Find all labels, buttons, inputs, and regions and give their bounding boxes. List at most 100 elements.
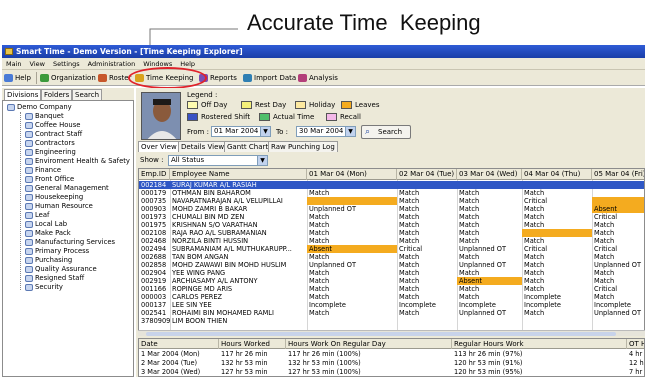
table-cell[interactable]: Unplanned OT bbox=[457, 309, 522, 317]
menu-settings[interactable]: Settings bbox=[49, 58, 84, 70]
table-cell[interactable]: Match bbox=[457, 205, 522, 213]
summary-cell[interactable]: 3 Mar 2004 (Wed) bbox=[139, 368, 219, 376]
table-cell[interactable]: Unplanned OT bbox=[307, 261, 397, 269]
table-cell[interactable]: 002688 bbox=[139, 253, 170, 261]
column-header[interactable]: 04 Mar 04 (Thu) bbox=[522, 169, 592, 180]
summary-cell[interactable]: 132 hr 53 min (100%) bbox=[286, 359, 452, 368]
table-row[interactable]: 37809095LIM BOON THIEN bbox=[139, 317, 644, 325]
table-cell[interactable] bbox=[522, 181, 592, 189]
table-cell[interactable]: Match bbox=[457, 269, 522, 277]
table-cell[interactable]: Match bbox=[522, 277, 592, 285]
table-cell[interactable]: MOHD ZAMRI B BAKAR bbox=[170, 205, 307, 213]
table-cell[interactable]: Match bbox=[397, 277, 457, 285]
table-row[interactable]: 000903 MOHD ZAMRI B BAKAR Unplanned OT Matc… bbox=[139, 205, 644, 213]
summary-cell[interactable]: 117 hr 26 min bbox=[219, 350, 286, 359]
table-cell[interactable]: Match bbox=[307, 269, 397, 277]
column-header[interactable]: 03 Mar 04 (Wed) bbox=[457, 169, 522, 180]
table-cell[interactable]: 002468 bbox=[139, 237, 170, 245]
table-cell[interactable]: Match bbox=[457, 229, 522, 237]
to-date-picker[interactable]: 30 Mar 2004 ▼ bbox=[296, 126, 356, 137]
table-cell[interactable]: Match bbox=[522, 189, 592, 197]
table-cell[interactable]: LEE SIN YEE bbox=[170, 301, 307, 309]
table-cell[interactable]: Incomplete bbox=[457, 301, 522, 309]
table-cell[interactable]: Match bbox=[397, 197, 457, 205]
tree-item[interactable]: Make Pack bbox=[25, 229, 71, 238]
table-cell[interactable]: Unplanned OT bbox=[457, 245, 522, 253]
table-row[interactable]: 002184 SURAJ KUMAR A/L RASIAH bbox=[139, 181, 644, 189]
table-cell[interactable]: Match bbox=[307, 229, 397, 237]
summary-column-header[interactable]: Hours Work On Regular Day bbox=[286, 339, 452, 349]
summary-cell[interactable]: 120 hr 53 min (95%) bbox=[452, 368, 627, 376]
summary-cell[interactable]: 117 hr 26 min (100%) bbox=[286, 350, 452, 359]
table-cell[interactable]: Match bbox=[522, 261, 592, 269]
table-cell[interactable]: 000735 bbox=[139, 197, 170, 205]
table-cell[interactable]: MOHD ZAWAWI BIN MOHD HUSLIM bbox=[170, 261, 307, 269]
tree-item[interactable]: Banquet bbox=[25, 112, 64, 121]
table-cell[interactable]: YEE WING PANG bbox=[170, 269, 307, 277]
menu-administration[interactable]: Administration bbox=[84, 58, 140, 70]
tree-item[interactable]: Primary Process bbox=[25, 247, 89, 256]
table-cell[interactable]: 000903 bbox=[139, 205, 170, 213]
table-cell[interactable]: 001973 bbox=[139, 213, 170, 221]
table-cell[interactable]: Match bbox=[522, 269, 592, 277]
table-cell[interactable]: Absent bbox=[307, 245, 397, 253]
table-row[interactable]: 001975 KRISHNAN S/O VARATHAN Match Match Mat… bbox=[139, 221, 644, 229]
table-cell[interactable]: SUBRAMANIAM A/L MUTHUKARUPP... bbox=[170, 245, 307, 253]
tree-item[interactable]: Contract Staff bbox=[25, 130, 82, 139]
table-cell[interactable]: Match bbox=[592, 221, 644, 229]
table-cell[interactable]: Match bbox=[307, 221, 397, 229]
summary-cell[interactable]: 113 hr 26 min (97%) bbox=[452, 350, 627, 359]
table-cell[interactable]: Match bbox=[457, 293, 522, 301]
toolbar-import-data-button[interactable]: Import Data bbox=[242, 71, 296, 85]
table-cell[interactable] bbox=[457, 181, 522, 189]
tree-item[interactable]: Resigned Staff bbox=[25, 274, 84, 283]
table-cell[interactable]: Match bbox=[592, 237, 644, 245]
table-cell[interactable]: Match bbox=[457, 213, 522, 221]
tree-item[interactable]: Security bbox=[25, 283, 63, 292]
table-cell[interactable]: Match bbox=[457, 253, 522, 261]
table-cell[interactable]: Critical bbox=[522, 245, 592, 253]
table-cell[interactable]: KRISHNAN S/O VARATHAN bbox=[170, 221, 307, 229]
table-cell[interactable]: OTHMAN BIN BAHAROM bbox=[170, 189, 307, 197]
table-cell[interactable]: CARLOS PEREZ bbox=[170, 293, 307, 301]
table-cell[interactable]: Match bbox=[522, 237, 592, 245]
tree-item[interactable]: Housekeeping bbox=[25, 193, 83, 202]
chevron-down-icon[interactable]: ▼ bbox=[257, 156, 267, 165]
table-cell[interactable]: Match bbox=[522, 213, 592, 221]
table-cell[interactable]: Match bbox=[457, 285, 522, 293]
table-cell[interactable] bbox=[592, 181, 644, 189]
menu-main[interactable]: Main bbox=[2, 58, 26, 70]
table-cell[interactable]: Match bbox=[397, 229, 457, 237]
table-cell[interactable]: LIM BOON THIEN bbox=[170, 317, 307, 325]
table-cell[interactable]: Match bbox=[592, 229, 644, 237]
table-cell[interactable]: 002858 bbox=[139, 261, 170, 269]
table-cell[interactable]: Match bbox=[522, 285, 592, 293]
table-cell[interactable]: SURAJ KUMAR A/L RASIAH bbox=[170, 181, 307, 189]
column-header[interactable]: 02 Mar 04 (Tue) bbox=[397, 169, 457, 180]
table-row[interactable]: 002468 NORZILA BINTI HUSSIN Match Match Matc… bbox=[139, 237, 644, 245]
table-cell[interactable] bbox=[522, 317, 592, 325]
tree-root[interactable]: Demo Company bbox=[7, 103, 72, 112]
summary-cell[interactable]: 4 hr bbox=[627, 350, 644, 359]
column-header[interactable]: Employee Name bbox=[170, 169, 307, 180]
table-cell[interactable]: Unplanned OT bbox=[592, 261, 644, 269]
table-cell[interactable]: Match bbox=[397, 261, 457, 269]
table-cell[interactable]: Critical bbox=[592, 285, 644, 293]
table-cell[interactable]: Incomplete bbox=[307, 301, 397, 309]
table-cell[interactable]: Unplanned OT bbox=[457, 261, 522, 269]
table-cell[interactable]: 000137 bbox=[139, 301, 170, 309]
table-cell[interactable]: 000179 bbox=[139, 189, 170, 197]
tree-item[interactable]: Leaf bbox=[25, 211, 49, 220]
toolbar-organization-button[interactable]: Organization bbox=[39, 71, 96, 85]
table-cell[interactable]: 002108 bbox=[139, 229, 170, 237]
summary-cell[interactable]: 120 hr 53 min (91%) bbox=[452, 359, 627, 368]
table-cell[interactable] bbox=[592, 317, 644, 325]
tree-item[interactable]: Purchasing bbox=[25, 256, 72, 265]
summary-cell[interactable]: 127 hr 53 min (100%) bbox=[286, 368, 452, 376]
table-cell[interactable]: 002184 bbox=[139, 181, 170, 189]
table-cell[interactable]: Match bbox=[457, 189, 522, 197]
table-cell[interactable]: Unplanned OT bbox=[592, 309, 644, 317]
table-row[interactable]: 002494 SUBRAMANIAM A/L MUTHUKARUPP... Abse… bbox=[139, 245, 644, 253]
tree-item[interactable]: Coffee House bbox=[25, 121, 80, 130]
tab-raw-punching-log[interactable]: Raw Punching Log bbox=[268, 141, 338, 152]
